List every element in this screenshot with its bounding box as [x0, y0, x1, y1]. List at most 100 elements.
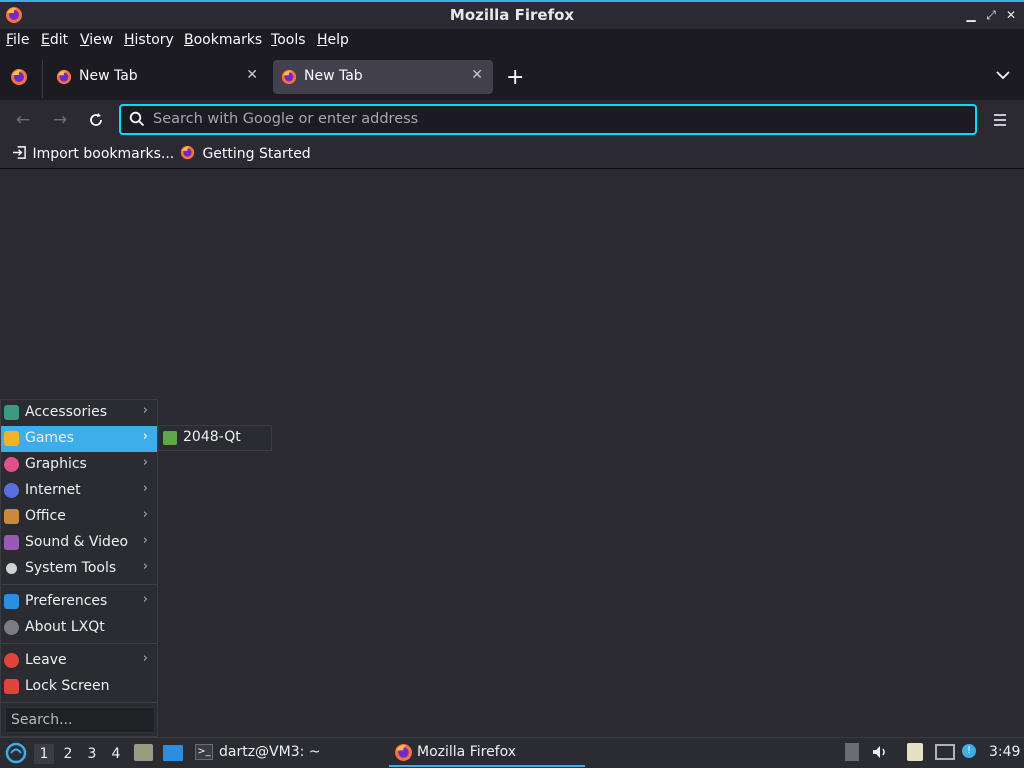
menu-system-tools[interactable]: System Tools ›: [1, 556, 157, 582]
minimize-button[interactable]: ▁: [962, 6, 980, 24]
window-title: Mozilla Firefox: [449, 6, 575, 24]
file-manager-icon[interactable]: [134, 744, 153, 761]
firefox-icon: [394, 743, 413, 766]
main-menu-button[interactable]: [5, 742, 27, 768]
url-placeholder: Search with Google or enter address: [153, 111, 419, 127]
disk-eject-icon[interactable]: [845, 743, 859, 761]
tab-label: New Tab: [304, 68, 363, 84]
task-firefox[interactable]: Mozilla Firefox: [389, 739, 585, 767]
preferences-icon: [4, 594, 19, 609]
menu-search-input[interactable]: Search...: [5, 707, 155, 733]
notification-icon[interactable]: !: [962, 744, 976, 758]
tab-new-tab-1[interactable]: New Tab ✕: [48, 60, 268, 94]
menu-tools[interactable]: Tools: [271, 32, 306, 48]
close-tab-icon[interactable]: ✕: [246, 67, 258, 83]
power-icon: [4, 653, 19, 668]
menu-item-2048-qt[interactable]: 2048-Qt: [159, 426, 271, 450]
bookmark-getting-started[interactable]: Getting Started: [180, 145, 311, 162]
menu-separator: [1, 643, 157, 644]
network-icon[interactable]: [935, 744, 955, 760]
sound-video-icon: [4, 535, 19, 550]
graphics-icon: [4, 457, 19, 472]
menu-sound-video[interactable]: Sound & Video ›: [1, 530, 157, 556]
menu-accessories[interactable]: Accessories ›: [1, 400, 157, 426]
chevron-right-icon: ›: [142, 481, 148, 496]
info-icon: [4, 620, 19, 635]
tab-label: New Tab: [79, 68, 138, 84]
tab-new-tab-2[interactable]: New Tab ✕: [273, 60, 493, 94]
bookmark-label: Getting Started: [202, 146, 311, 162]
clipboard-icon[interactable]: [907, 743, 923, 761]
game-2048-icon: [163, 431, 177, 445]
lock-icon: [4, 679, 19, 694]
menu-leave[interactable]: Leave ›: [1, 648, 157, 674]
app-menu-button[interactable]: [988, 108, 1012, 132]
firefox-icon: [281, 69, 297, 89]
tab-divider: [42, 60, 43, 98]
url-bar[interactable]: Search with Google or enter address: [119, 104, 977, 135]
maximize-button[interactable]: ⤢: [982, 6, 1000, 24]
search-icon: [129, 111, 145, 131]
menu-bookmarks[interactable]: Bookmarks: [184, 32, 262, 48]
office-icon: [4, 509, 19, 524]
search-placeholder: Search...: [11, 712, 73, 728]
menu-file[interactable]: File: [6, 32, 29, 48]
task-terminal[interactable]: >_ dartz@VM3: ~: [192, 739, 382, 767]
tab-strip: New Tab ✕ New Tab ✕ +: [0, 54, 1024, 100]
firefox-icon: [56, 69, 72, 89]
reload-icon: [90, 113, 102, 126]
lxqt-logo-icon: [5, 742, 27, 764]
forward-button[interactable]: →: [48, 108, 72, 132]
menubar: File Edit View History Bookmarks Tools H…: [0, 29, 1024, 54]
chevron-right-icon: ›: [142, 507, 148, 522]
chevron-right-icon: ›: [142, 403, 148, 418]
workspace-1[interactable]: 1: [34, 744, 54, 764]
terminal-icon: >_: [195, 744, 213, 760]
new-tab-button[interactable]: +: [506, 65, 524, 90]
reload-button[interactable]: [84, 108, 108, 132]
chevron-right-icon: ›: [142, 533, 148, 548]
close-window-button[interactable]: ✕: [1002, 6, 1020, 24]
bookmark-import[interactable]: Import bookmarks...: [12, 145, 174, 162]
menu-games[interactable]: Games ›: [1, 426, 157, 452]
menu-about-lxqt[interactable]: About LXQt: [1, 615, 157, 641]
workspace-2[interactable]: 2: [58, 744, 78, 764]
menu-separator: [1, 584, 157, 585]
chevron-right-icon: ›: [142, 559, 148, 574]
menu-help[interactable]: Help: [317, 32, 349, 48]
workspace-4[interactable]: 4: [106, 744, 126, 764]
firefox-view-button[interactable]: [10, 68, 28, 90]
firefox-icon: [11, 69, 27, 85]
volume-icon[interactable]: [871, 743, 889, 761]
back-button[interactable]: ←: [11, 108, 35, 132]
import-icon: [12, 145, 28, 162]
chevron-right-icon: ›: [142, 651, 148, 666]
chevron-right-icon: ›: [142, 429, 148, 444]
menu-office[interactable]: Office ›: [1, 504, 157, 530]
menu-separator: [1, 702, 157, 703]
close-tab-icon[interactable]: ✕: [471, 67, 483, 83]
games-submenu: 2048-Qt: [158, 425, 272, 451]
taskbar: 1 2 3 4 >_ dartz@VM3: ~ Mozilla Firefox …: [0, 737, 1024, 768]
menu-view[interactable]: View: [80, 32, 113, 48]
list-all-tabs-button[interactable]: [996, 68, 1010, 84]
chevron-right-icon: ›: [142, 455, 148, 470]
menu-edit[interactable]: Edit: [41, 32, 68, 48]
chevron-right-icon: ›: [142, 592, 148, 607]
show-desktop-icon[interactable]: [163, 745, 183, 761]
menu-graphics[interactable]: Graphics ›: [1, 452, 157, 478]
application-menu: Accessories › Games › Graphics › Internet › …: [0, 399, 158, 737]
menu-internet[interactable]: Internet ›: [1, 478, 157, 504]
bookmarks-toolbar: Import bookmarks... Getting Started: [0, 140, 1024, 169]
menu-history[interactable]: History: [124, 32, 174, 48]
clock[interactable]: 3:49: [989, 744, 1020, 760]
hamburger-icon: [994, 114, 1006, 126]
internet-icon: [4, 483, 19, 498]
menu-preferences[interactable]: Preferences ›: [1, 589, 157, 615]
chevron-down-icon: [996, 71, 1010, 80]
workspace-3[interactable]: 3: [82, 744, 102, 764]
menu-lock-screen[interactable]: Lock Screen: [1, 674, 157, 700]
window-titlebar[interactable]: Mozilla Firefox ▁ ⤢ ✕: [0, 0, 1024, 29]
navigation-toolbar: ← → Search with Google or enter address: [0, 100, 1024, 140]
accessories-icon: [4, 405, 19, 420]
